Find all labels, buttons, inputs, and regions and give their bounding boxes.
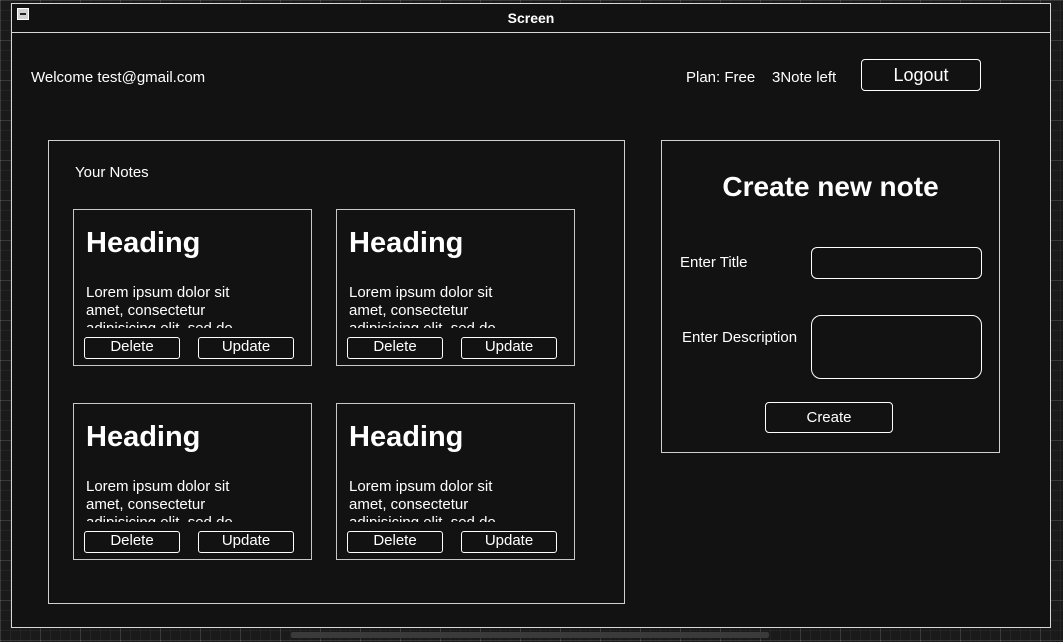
- logout-button[interactable]: Logout: [861, 59, 981, 91]
- note-card: Heading Lorem ipsum dolor sit amet, cons…: [73, 209, 312, 366]
- note-heading: Heading: [349, 227, 464, 259]
- delete-button[interactable]: Delete: [347, 531, 443, 553]
- note-card: Heading Lorem ipsum dolor sit amet, cons…: [336, 403, 575, 560]
- update-button[interactable]: Update: [461, 531, 557, 553]
- notes-left-text: 3Note left: [772, 69, 837, 86]
- title-label: Enter Title: [680, 254, 748, 271]
- note-card: Heading Lorem ipsum dolor sit amet, cons…: [73, 403, 312, 560]
- delete-button[interactable]: Delete: [84, 337, 180, 359]
- note-heading: Heading: [86, 421, 201, 453]
- window-title: Screen: [507, 10, 555, 26]
- notes-panel: Your Notes Heading Lorem ipsum dolor sit…: [48, 140, 625, 604]
- update-button[interactable]: Update: [198, 531, 294, 553]
- plan-text: Plan: Free: [686, 69, 756, 86]
- collapse-icon[interactable]: [17, 8, 29, 20]
- create-button[interactable]: Create: [765, 402, 893, 433]
- horizontal-scrollbar[interactable]: [291, 632, 769, 638]
- description-label: Enter Description: [682, 329, 798, 346]
- note-card: Heading Lorem ipsum dolor sit amet, cons…: [336, 209, 575, 366]
- create-note-panel: Create new note Enter Title Enter Descri…: [661, 140, 1000, 453]
- update-button[interactable]: Update: [461, 337, 557, 359]
- note-heading: Heading: [86, 227, 201, 259]
- update-button[interactable]: Update: [198, 337, 294, 359]
- notes-panel-title: Your Notes: [75, 164, 149, 181]
- note-body: Lorem ipsum dolor sit amet, consectetur …: [349, 284, 496, 328]
- note-body: Lorem ipsum dolor sit amet, consectetur …: [349, 478, 496, 522]
- welcome-text: Welcome test@gmail.com: [31, 69, 206, 86]
- note-body: Lorem ipsum dolor sit amet, consectetur …: [86, 284, 233, 328]
- title-input[interactable]: [811, 247, 982, 279]
- create-note-title: Create new note: [722, 171, 939, 202]
- note-heading: Heading: [349, 421, 464, 453]
- delete-button[interactable]: Delete: [84, 531, 180, 553]
- description-input[interactable]: [811, 315, 982, 379]
- note-body: Lorem ipsum dolor sit amet, consectetur …: [86, 478, 233, 522]
- title-bar: Screen: [11, 3, 1051, 33]
- delete-button[interactable]: Delete: [347, 337, 443, 359]
